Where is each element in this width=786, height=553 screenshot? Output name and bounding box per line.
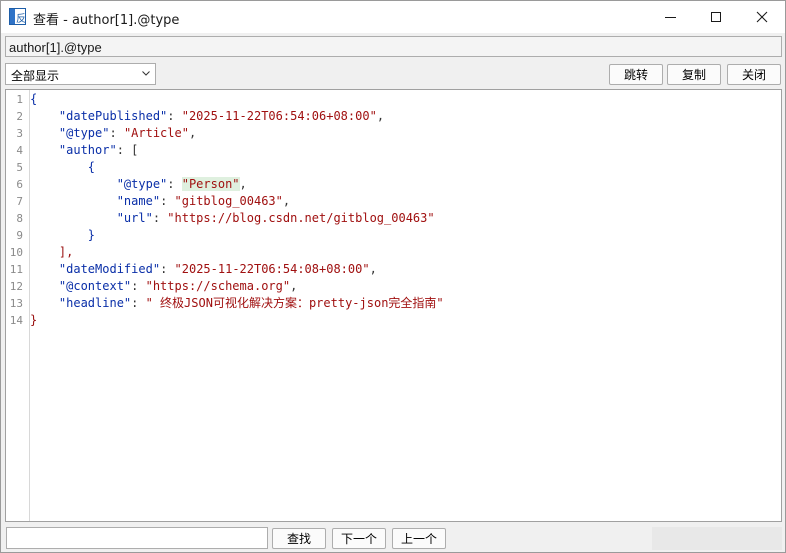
maximize-icon <box>711 12 721 22</box>
json-value: "Person" <box>181 177 240 191</box>
status-area <box>652 527 782 550</box>
json-bracket: ], <box>58 245 74 259</box>
code-line: "@type": "Person", <box>30 176 247 193</box>
json-bracket: } <box>30 313 38 327</box>
window-title: 查看 - author[1].@type <box>33 13 180 28</box>
copy-button[interactable]: 复制 <box>667 64 721 85</box>
json-bracket: { <box>87 160 96 174</box>
json-separator: : <box>152 211 168 225</box>
json-bracket: [ <box>131 143 139 157</box>
app-icon-glyph: 反 <box>16 14 26 25</box>
jump-button[interactable]: 跳转 <box>609 64 663 85</box>
json-separator: : <box>109 126 124 140</box>
code-line: } <box>30 312 37 329</box>
find-next-button[interactable]: 下一个 <box>332 528 386 549</box>
display-filter-value: 全部显示 <box>11 69 60 83</box>
json-comma: , <box>376 109 385 123</box>
json-value: "2025-11-22T06:54:08+08:00" <box>174 262 370 276</box>
code-line: "datePublished": "2025-11-22T06:54:06+08… <box>30 108 384 125</box>
title-bar[interactable]: 反 查看 - author[1].@type <box>1 1 785 33</box>
json-key: "name" <box>116 194 161 208</box>
line-number: 1 <box>16 93 23 106</box>
find-button[interactable]: 查找 <box>272 528 326 549</box>
code-line: "name": "gitblog_00463", <box>30 193 290 210</box>
line-number: 3 <box>16 127 23 140</box>
json-key: "author" <box>58 143 117 157</box>
code-line: { <box>30 159 95 176</box>
line-number: 12 <box>9 280 23 293</box>
code-line: } <box>30 227 95 244</box>
viewer-window: 反 查看 - author[1].@type author[1].@type 全… <box>0 0 786 553</box>
code-line: ], <box>30 244 73 261</box>
minimize-button[interactable] <box>647 1 693 33</box>
find-previous-button[interactable]: 上一个 <box>392 528 446 549</box>
json-key: "@type" <box>116 177 168 191</box>
json-value: "https://blog.csdn.net/gitblog_00463" <box>167 211 435 225</box>
json-key: "url" <box>116 211 153 225</box>
json-value: "Article" <box>123 126 189 140</box>
json-separator: : <box>131 296 146 310</box>
json-separator: : <box>167 177 182 191</box>
line-number: 4 <box>16 144 23 157</box>
json-bracket: } <box>87 228 96 242</box>
json-comma: , <box>188 126 197 140</box>
json-bracket: { <box>30 92 38 106</box>
line-number: 10 <box>9 246 23 259</box>
json-value: "2025-11-22T06:54:06+08:00" <box>181 109 377 123</box>
line-number: 5 <box>16 161 23 174</box>
json-value: " 终极JSON可视化解决方案：pretty-json完全指南" <box>145 296 444 310</box>
json-key: "datePublished" <box>58 109 168 123</box>
line-number: 13 <box>9 297 23 310</box>
json-key: "dateModified" <box>58 262 161 276</box>
line-number: 11 <box>9 263 23 276</box>
code-line: "url": "https://blog.csdn.net/gitblog_00… <box>30 210 435 227</box>
viewer-app-icon: 反 <box>9 8 26 25</box>
code-line: "author": [ <box>30 142 138 159</box>
chevron-down-icon <box>142 71 150 76</box>
search-input[interactable] <box>6 527 268 549</box>
json-key: "@type" <box>58 126 110 140</box>
json-separator: : <box>160 262 175 276</box>
json-separator: : <box>160 194 175 208</box>
json-key: "headline" <box>58 296 132 310</box>
line-number: 9 <box>16 229 23 242</box>
json-separator: : <box>116 143 132 157</box>
code-line: "dateModified": "2025-11-22T06:54:08+08:… <box>30 261 377 278</box>
code-line: "@context": "https://schema.org", <box>30 278 297 295</box>
json-value: "gitblog_00463" <box>174 194 283 208</box>
maximize-button[interactable] <box>693 1 739 33</box>
json-value: "https://schema.org" <box>145 279 291 293</box>
json-key: "@context" <box>58 279 132 293</box>
line-number-gutter: 1 2 3 4 5 6 7 8 9 10 11 12 13 14 <box>6 90 30 521</box>
line-number: 7 <box>16 195 23 208</box>
json-separator: : <box>131 279 146 293</box>
close-button[interactable]: 关闭 <box>727 64 781 85</box>
json-path-field[interactable]: author[1].@type <box>5 36 782 57</box>
json-comma: , <box>282 194 291 208</box>
json-editor[interactable]: 1 2 3 4 5 6 7 8 9 10 11 12 13 14 { "datePublished": "… <box>5 89 782 522</box>
json-separator: : <box>167 109 182 123</box>
line-number: 2 <box>16 110 23 123</box>
code-line: "headline": " 终极JSON可视化解决方案：pretty-json完… <box>30 295 444 312</box>
json-comma: , <box>239 177 247 191</box>
json-comma: , <box>369 262 377 276</box>
display-filter-select[interactable]: 全部显示 <box>5 63 156 85</box>
code-line: { <box>30 91 37 108</box>
line-number: 14 <box>9 314 23 327</box>
json-comma: , <box>290 279 298 293</box>
code-line: "@type": "Article", <box>30 125 196 142</box>
line-number: 6 <box>16 178 23 191</box>
line-number: 8 <box>16 212 23 225</box>
close-icon <box>756 11 768 23</box>
close-window-button[interactable] <box>739 1 785 33</box>
minimize-icon <box>664 16 676 18</box>
